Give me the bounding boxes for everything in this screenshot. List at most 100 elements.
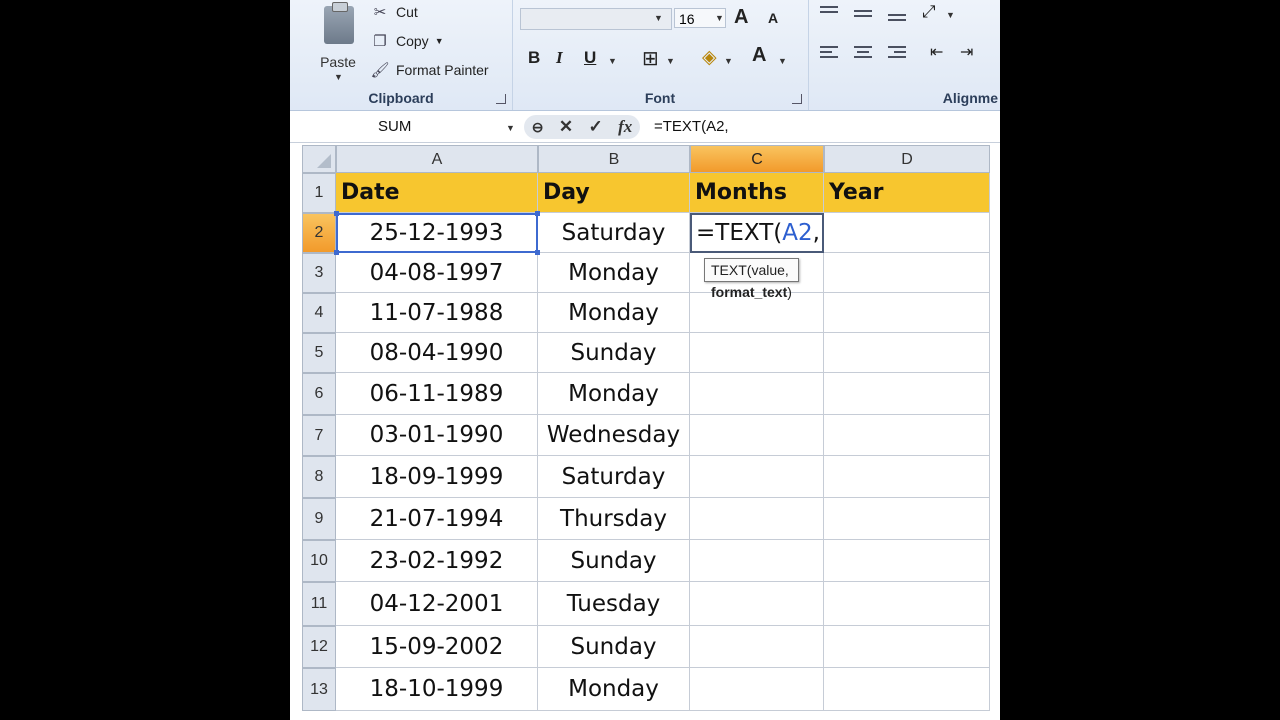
copy-button[interactable]: ❐ Copy ▼ [370,30,444,52]
enter-icon[interactable]: ✓ [588,117,602,137]
months-cell[interactable] [690,333,824,373]
borders-dropdown-icon[interactable]: ▼ [666,56,675,66]
date-cell[interactable]: 04-08-1997 [336,253,538,293]
year-cell[interactable] [824,626,990,668]
borders-icon[interactable]: ⊞ [642,46,659,71]
day-cell[interactable]: Monday [538,373,690,415]
date-cell[interactable]: 25-12-1993 [336,213,538,253]
months-cell[interactable] [690,456,824,498]
cancel-icon[interactable]: ✕ [559,117,573,137]
underline-dropdown-icon[interactable]: ▼ [608,56,617,66]
paste-button[interactable]: Paste ▼ [316,2,360,82]
date-cell[interactable]: 21-07-1994 [336,498,538,540]
active-cell[interactable]: =TEXT(A2, [690,213,824,253]
paste-dropdown-icon[interactable]: ▼ [334,72,343,82]
year-cell[interactable] [824,293,990,333]
date-cell[interactable]: 18-10-1999 [336,668,538,711]
row-header-13[interactable]: 13 [302,668,336,711]
year-cell[interactable] [824,582,990,626]
day-cell[interactable]: Monday [538,668,690,711]
day-cell[interactable]: Sunday [538,333,690,373]
row-header-9[interactable]: 9 [302,498,336,540]
row-header-6[interactable]: 6 [302,373,336,415]
date-cell[interactable]: 04-12-2001 [336,582,538,626]
decrease-indent-icon[interactable]: ⇤ [930,42,943,62]
row-header-11[interactable]: 11 [302,582,336,626]
row-header-2[interactable]: 2 [302,213,336,253]
row-header-3[interactable]: 3 [302,253,336,293]
fill-color-icon[interactable]: ◈ [702,46,717,69]
date-cell[interactable]: 08-04-1990 [336,333,538,373]
row-header-8[interactable]: 8 [302,456,336,498]
underline-button[interactable]: U [584,48,596,68]
day-cell[interactable]: Saturday [538,456,690,498]
row-header-5[interactable]: 5 [302,333,336,373]
row-header-12[interactable]: 12 [302,626,336,668]
name-box[interactable]: SUM [302,115,522,139]
date-cell[interactable]: 15-09-2002 [336,626,538,668]
header-cell-months[interactable]: Months [690,173,824,213]
header-cell-year[interactable]: Year [824,173,990,213]
name-box-dropdown-icon[interactable]: ▼ [506,123,515,133]
row-header-4[interactable]: 4 [302,293,336,333]
year-cell[interactable] [824,456,990,498]
day-cell[interactable]: Sunday [538,626,690,668]
align-center-icon[interactable] [854,46,872,62]
cut-button[interactable]: ✂ Cut [370,1,418,23]
font-color-dropdown-icon[interactable]: ▼ [778,56,787,66]
header-cell-date[interactable]: Date [336,173,538,213]
font-launcher-icon[interactable] [792,94,802,104]
align-left-icon[interactable] [820,46,838,62]
day-cell[interactable]: Tuesday [538,582,690,626]
months-cell[interactable] [690,626,824,668]
copy-dropdown-icon[interactable]: ▼ [435,36,444,46]
bold-button[interactable]: B [528,48,540,68]
top-align-icon[interactable] [820,6,838,18]
formula-input[interactable]: =TEXT(A2, [654,115,729,139]
year-cell[interactable] [824,498,990,540]
orientation-dropdown-icon[interactable]: ▼ [946,10,955,20]
font-name-select[interactable] [520,8,672,30]
orientation-icon[interactable]: ⤢ [922,2,936,22]
date-cell[interactable]: 18-09-1999 [336,456,538,498]
day-cell[interactable]: Saturday [538,213,690,253]
year-cell[interactable] [824,333,990,373]
clipboard-launcher-icon[interactable] [496,94,506,104]
header-cell-day[interactable]: Day [538,173,690,213]
column-header-b[interactable]: B [538,145,690,173]
months-cell[interactable] [690,582,824,626]
row-header-1[interactable]: 1 [302,173,336,213]
date-cell[interactable]: 11-07-1988 [336,293,538,333]
font-name-dropdown-icon[interactable]: ▼ [654,13,663,23]
column-header-d[interactable]: D [824,145,990,173]
year-cell[interactable] [824,540,990,582]
months-cell[interactable] [690,668,824,711]
row-header-10[interactable]: 10 [302,540,336,582]
year-cell[interactable] [824,668,990,711]
italic-button[interactable]: I [556,48,563,68]
months-cell[interactable] [690,498,824,540]
months-cell[interactable] [690,373,824,415]
year-cell[interactable] [824,253,990,293]
day-cell[interactable]: Thursday [538,498,690,540]
middle-align-icon[interactable] [854,8,872,20]
day-cell[interactable]: Monday [538,293,690,333]
date-cell[interactable]: 06-11-1989 [336,373,538,415]
day-cell[interactable]: Wednesday [538,415,690,456]
select-all-button[interactable] [302,145,336,173]
months-cell[interactable] [690,540,824,582]
font-size-dropdown-icon[interactable]: ▼ [715,13,724,23]
row-header-7[interactable]: 7 [302,415,336,456]
increase-indent-icon[interactable]: ⇥ [960,42,973,62]
insert-function-icon[interactable]: fx [618,117,632,137]
year-cell[interactable] [824,213,990,253]
day-cell[interactable]: Monday [538,253,690,293]
year-cell[interactable] [824,373,990,415]
font-color-button[interactable]: A [752,44,766,67]
year-cell[interactable] [824,415,990,456]
grow-font-button[interactable]: A [734,6,748,29]
format-painter-button[interactable]: 🖌 Format Painter [370,59,488,81]
bottom-align-icon[interactable] [888,10,906,22]
function-tooltip[interactable]: TEXT(value, format_text) [704,258,799,300]
date-cell[interactable]: 03-01-1990 [336,415,538,456]
